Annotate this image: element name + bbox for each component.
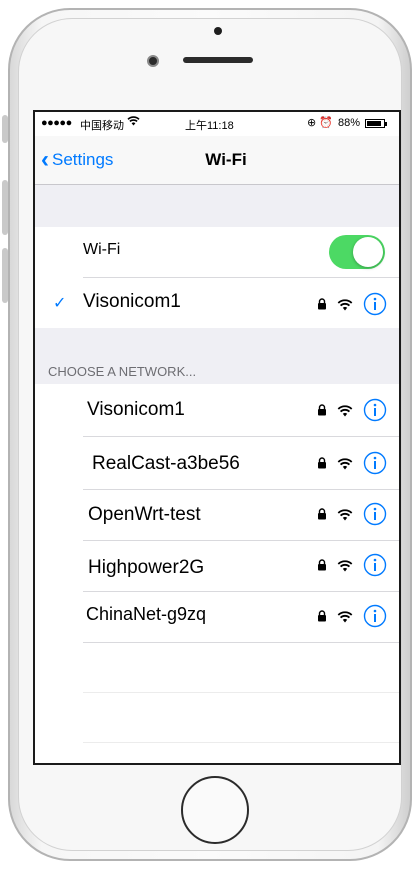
network-name: ChinaNet-g9zq — [86, 604, 207, 624]
lock-icon — [317, 457, 327, 469]
network-row[interactable]: RealCast-a3be56 — [35, 437, 399, 489]
connected-network-name: Visonicom1 — [83, 291, 181, 312]
divider — [83, 742, 399, 743]
battery-percent: 88% — [338, 117, 361, 129]
wifi-toggle-row: Wi-Fi — [35, 227, 399, 277]
info-icon[interactable] — [363, 604, 387, 628]
wifi-signal-icon — [337, 298, 353, 311]
volume-up-button — [2, 180, 8, 235]
earpiece-speaker — [183, 57, 253, 63]
section-header: CHOOSE A NETWORK... — [48, 364, 197, 379]
home-button[interactable] — [181, 776, 249, 844]
info-icon[interactable] — [363, 451, 387, 475]
rotation-alarm-icon: ⊕ ⏰ — [307, 117, 333, 129]
info-icon[interactable] — [363, 502, 387, 526]
network-row[interactable]: OpenWrt-test — [35, 490, 399, 540]
screen: ●●●●● 中国移动 上午11:18 ⊕ ⏰ 88% ‹ Settings Wi… — [33, 110, 401, 765]
wifi-toggle-label: Wi-Fi — [83, 241, 121, 258]
volume-down-button — [2, 248, 8, 303]
network-row[interactable]: Visonicom1 — [35, 384, 399, 436]
group-spacer — [35, 185, 399, 227]
lock-icon — [317, 298, 327, 310]
divider — [83, 692, 399, 693]
mute-switch — [2, 115, 8, 143]
wifi-signal-icon — [337, 404, 353, 417]
battery-icon — [365, 119, 387, 128]
carrier-name: 中国移动 — [80, 120, 124, 132]
lock-icon — [317, 559, 327, 571]
network-name: OpenWrt-test — [88, 504, 201, 525]
network-name: RealCast-a3be56 — [92, 453, 240, 474]
network-icons — [317, 553, 387, 577]
wifi-signal-icon — [337, 559, 353, 572]
network-name: Visonicom1 — [87, 399, 185, 420]
wifi-toggle-switch[interactable] — [329, 235, 385, 269]
info-icon[interactable] — [363, 292, 387, 316]
front-camera — [147, 55, 159, 67]
wifi-signal-icon — [337, 457, 353, 470]
section-header-bg: CHOOSE A NETWORK... — [35, 328, 399, 384]
info-icon[interactable] — [363, 398, 387, 422]
page-title: Wi-Fi — [205, 150, 247, 169]
toggle-knob — [353, 237, 383, 267]
connected-network-row[interactable]: ✓ Visonicom1 — [35, 278, 399, 328]
checkmark-icon: ✓ — [53, 295, 67, 312]
status-wifi-icon — [127, 115, 140, 129]
signal-strength: ●●●●● — [41, 117, 72, 129]
wifi-signal-icon — [337, 610, 353, 623]
lock-icon — [317, 404, 327, 416]
proximity-sensor — [214, 27, 222, 35]
network-icons — [317, 398, 387, 422]
network-icons — [317, 604, 387, 628]
status-bar: ●●●●● 中国移动 上午11:18 ⊕ ⏰ 88% — [35, 112, 399, 136]
network-row[interactable]: ChinaNet-g9zq — [35, 592, 399, 642]
network-name: Highpower2G — [88, 557, 205, 578]
network-icons — [317, 292, 387, 316]
status-time: 上午11:18 — [185, 120, 234, 132]
wifi-signal-icon — [337, 508, 353, 521]
lock-icon — [317, 610, 327, 622]
lock-icon — [317, 508, 327, 520]
info-icon[interactable] — [363, 553, 387, 577]
divider — [83, 642, 399, 643]
navigation-bar: ‹ Settings Wi-Fi — [35, 136, 399, 185]
network-row[interactable]: Highpower2G — [35, 541, 399, 591]
network-icons — [317, 502, 387, 526]
network-icons — [317, 451, 387, 475]
